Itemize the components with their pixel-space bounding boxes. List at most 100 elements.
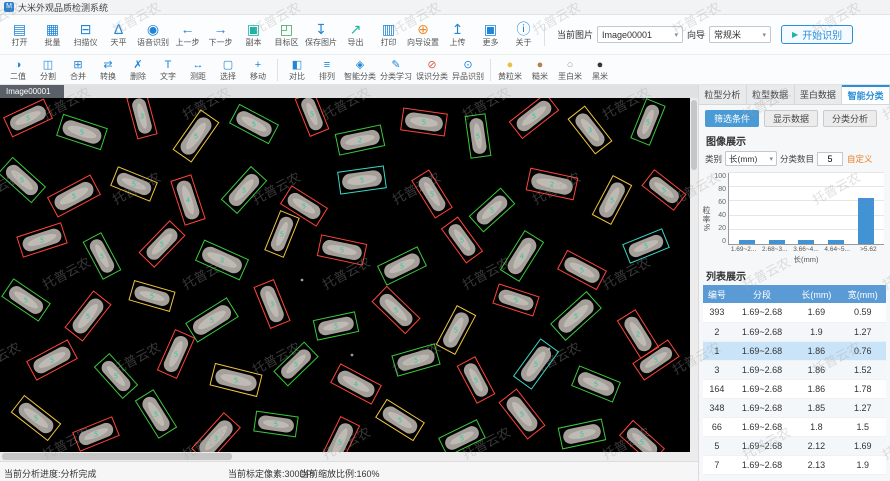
start-recognition-button[interactable]: ▶ 开始识别 — [781, 25, 853, 44]
grain-box[interactable]: 2 — [526, 168, 578, 199]
toolbar-button-save-image[interactable]: ↧保存图片 — [303, 16, 339, 54]
grain-box[interactable]: 3 — [192, 413, 240, 452]
grain-box[interactable]: 5 — [551, 292, 601, 340]
filter-conditions-button[interactable]: 筛选条件 — [705, 110, 759, 127]
grain-box[interactable]: 5 — [186, 298, 238, 342]
toolbar-button-classify-learning[interactable]: ✎分类学习 — [378, 56, 414, 83]
grain-box[interactable]: 5 — [320, 417, 359, 452]
toolbar-button-misclass-correction[interactable]: ⊘误识分类 — [414, 56, 450, 83]
toolbar-button-move[interactable]: +移动 — [243, 56, 273, 83]
grain-box[interactable]: 5 — [623, 229, 669, 263]
toolbar-button-yellow-rice[interactable]: ●黄粒米 — [495, 56, 525, 83]
grain-box[interactable]: 5 — [401, 108, 448, 136]
display-data-button[interactable]: 显示数据 — [764, 110, 818, 127]
category-select[interactable]: 长(mm) ▾ — [725, 151, 777, 166]
horizontal-scrollbar-thumb[interactable] — [2, 453, 232, 460]
table-row[interactable]: 3481.69~2.681.851.27 — [703, 398, 886, 417]
table-row[interactable]: 71.69~2.682.131.9 — [703, 455, 886, 474]
toolbar-button-about[interactable]: ⓘ关于 — [507, 16, 540, 54]
grain-box[interactable]: 5 — [338, 166, 387, 194]
rice-image-canvas[interactable]: 5535552555355554555552555553555545555553… — [0, 98, 690, 452]
toolbar-button-foreign-detection[interactable]: ⊙异品识别 — [450, 56, 486, 83]
toolbar-button-prev-step[interactable]: ←上一步 — [171, 16, 204, 54]
toolbar-button-wizard-settings[interactable]: ⊕向导设置 — [405, 16, 441, 54]
grain-box[interactable]: 5 — [157, 330, 194, 379]
grain-box[interactable]: 5 — [57, 114, 108, 149]
toolbar-button-more[interactable]: ▣更多 — [474, 16, 507, 54]
table-row[interactable]: 661.69~2.681.81.5 — [703, 417, 886, 436]
grain-box[interactable]: 5 — [221, 167, 266, 214]
grain-box[interactable]: 5 — [558, 419, 605, 449]
toolbar-button-segment[interactable]: ◫分割 — [33, 56, 63, 83]
table-row[interactable]: 51.69~2.682.121.69 — [703, 436, 886, 455]
grain-box[interactable]: 5 — [412, 170, 452, 218]
grain-box[interactable]: 4 — [171, 175, 205, 225]
grain-box[interactable]: 5 — [139, 221, 185, 267]
grain-box[interactable]: 5 — [27, 340, 77, 380]
grain-box[interactable]: 5 — [376, 399, 424, 440]
grain-box[interactable]: 5 — [129, 281, 175, 312]
toolbar-button-brown-rice[interactable]: ●糙米 — [525, 56, 555, 83]
tab-chalky-data[interactable]: 垩白数据 — [795, 85, 843, 104]
grain-box[interactable]: 5 — [592, 176, 631, 225]
grain-box[interactable]: 5 — [620, 421, 665, 452]
grain-box[interactable]: 5 — [457, 357, 494, 403]
grain-box[interactable]: 4 — [500, 231, 543, 282]
toolbar-button-duplicate[interactable]: ▣副本 — [237, 16, 270, 54]
tab-smart-classify[interactable]: 智能分类 — [842, 85, 890, 104]
grain-box[interactable]: 5 — [514, 339, 559, 389]
grain-box[interactable]: 5 — [317, 235, 366, 265]
toolbar-button-print[interactable]: ▥打印 — [372, 16, 405, 54]
tab-grain-shape-data[interactable]: 粒型数据 — [747, 85, 795, 104]
grain-box[interactable]: 5 — [73, 417, 119, 451]
grain-box[interactable]: 2 — [335, 125, 384, 155]
current-image-select[interactable]: Image00001 ▾ — [597, 26, 683, 43]
toolbar-button-merge[interactable]: ⊞合并 — [63, 56, 93, 83]
toolbar-button-upload[interactable]: ↥上传 — [441, 16, 474, 54]
toolbar-button-text[interactable]: T文字 — [153, 56, 183, 83]
toolbar-button-delete[interactable]: ✗删除 — [123, 56, 153, 83]
grain-box[interactable]: 4 — [331, 364, 381, 404]
grain-box[interactable]: 5 — [2, 279, 50, 321]
vertical-scrollbar[interactable] — [690, 98, 698, 452]
vertical-scrollbar-thumb[interactable] — [691, 100, 697, 170]
grain-box[interactable]: 5 — [631, 99, 665, 145]
toolbar-button-measure[interactable]: ↔测距 — [183, 56, 213, 83]
toolbar-button-voice[interactable]: ◉语音识别 — [135, 16, 171, 54]
toolbar-button-chalky-rice[interactable]: ○垩白米 — [555, 56, 585, 83]
classify-analysis-button[interactable]: 分类分析 — [823, 110, 877, 127]
horizontal-scrollbar[interactable] — [0, 452, 698, 461]
toolbar-button-open[interactable]: ▤打开 — [3, 16, 36, 54]
grain-box[interactable]: 5 — [173, 110, 219, 162]
grain-box[interactable]: 5 — [210, 364, 262, 397]
grain-box[interactable]: 5 — [111, 167, 157, 201]
toolbar-button-balance[interactable]: ∆天平 — [102, 16, 135, 54]
grain-box[interactable]: 5 — [95, 354, 138, 399]
image-tab[interactable]: Image00001 — [0, 85, 64, 98]
grain-box[interactable]: 5 — [378, 247, 427, 285]
grain-box[interactable]: 5 — [0, 157, 45, 202]
grain-box[interactable]: 5 — [499, 389, 545, 439]
grain-box[interactable]: 5 — [65, 291, 111, 341]
toolbar-button-next-step[interactable]: →下一步 — [204, 16, 237, 54]
grain-box[interactable]: 5 — [642, 170, 686, 210]
tab-grain-shape-analysis[interactable]: 粒型分析 — [699, 85, 747, 104]
toolbar-button-export[interactable]: ↗导出 — [339, 16, 372, 54]
toolbar-button-black-rice[interactable]: ●黑米 — [585, 56, 615, 83]
grain-box[interactable]: 5 — [558, 250, 607, 289]
toolbar-button-smart-classify[interactable]: ◈智能分类 — [342, 56, 378, 83]
grain-box[interactable]: 5 — [465, 114, 491, 158]
toolbar-button-batch[interactable]: ▦批量 — [36, 16, 69, 54]
grain-box[interactable]: 5 — [295, 98, 329, 136]
grain-box[interactable]: 5 — [83, 233, 120, 279]
grain-box[interactable]: 3 — [196, 240, 249, 280]
grain-box[interactable]: 3 — [127, 98, 157, 139]
grain-box[interactable]: 3 — [568, 106, 612, 154]
toolbar-button-select[interactable]: ▢选择 — [213, 56, 243, 83]
grain-box[interactable]: 5 — [265, 211, 299, 257]
grain-box[interactable]: 5 — [392, 344, 440, 376]
grain-box[interactable]: 5 — [572, 366, 621, 402]
class-count-input[interactable] — [817, 152, 843, 166]
grain-box[interactable]: 5 — [274, 342, 318, 386]
grain-box[interactable]: 5 — [436, 306, 475, 355]
